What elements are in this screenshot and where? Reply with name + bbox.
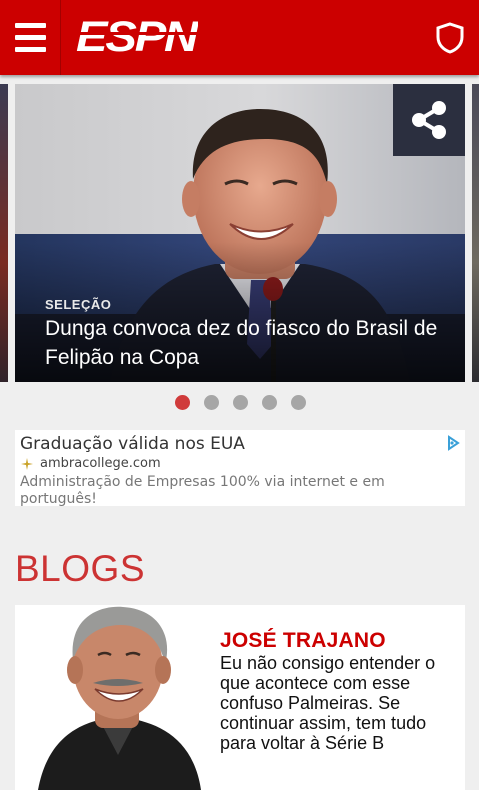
ad-description: Administração de Empresas 100% via inter… [20, 474, 385, 506]
sparkle-icon [21, 457, 33, 470]
shield-icon[interactable] [435, 22, 465, 54]
carousel-dot-1[interactable] [174, 395, 190, 410]
blog-author-name[interactable]: JOSÉ TRAJANO [220, 629, 386, 653]
story-headline[interactable]: Dunga convoca dez do fiasco do Brasil de… [45, 314, 445, 372]
menu-button[interactable] [0, 0, 61, 75]
carousel-dot-4[interactable] [261, 395, 277, 410]
espn-logo-text: ESPN [76, 17, 198, 55]
ad-choices-icon[interactable] [444, 434, 462, 452]
blogs-section-title: BLOGS [15, 548, 145, 589]
story-category[interactable]: SELEÇÃO [45, 297, 111, 312]
ad-url[interactable]: ambracollege.com [40, 456, 161, 471]
featured-carousel[interactable]: SELEÇÃO Dunga convoca dez do fiasco do B… [0, 75, 479, 390]
carousel-dot-2[interactable] [203, 395, 219, 410]
carousel-pagination [0, 395, 479, 413]
blog-excerpt[interactable]: Eu não consigo entender o que acontece c… [220, 653, 455, 753]
advertisement[interactable]: Graduação válida nos EUA ambracollege.co… [15, 430, 465, 506]
next-slide-peek[interactable] [472, 84, 479, 382]
author-photo [33, 605, 203, 790]
espn-logo[interactable]: ESPN [76, 13, 201, 61]
share-button[interactable] [393, 84, 465, 156]
previous-slide-peek[interactable] [0, 84, 8, 382]
hamburger-menu-icon [14, 23, 46, 28]
carousel-dot-3[interactable] [232, 395, 248, 410]
featured-story-card[interactable]: SELEÇÃO Dunga convoca dez do fiasco do B… [15, 84, 465, 382]
carousel-dot-5[interactable] [290, 395, 306, 410]
blog-card[interactable]: JOSÉ TRAJANO Eu não consigo entender o q… [15, 605, 465, 790]
share-icon [412, 101, 446, 139]
ad-title[interactable]: Graduação válida nos EUA [20, 434, 245, 454]
app-header: ESPN [0, 0, 479, 75]
